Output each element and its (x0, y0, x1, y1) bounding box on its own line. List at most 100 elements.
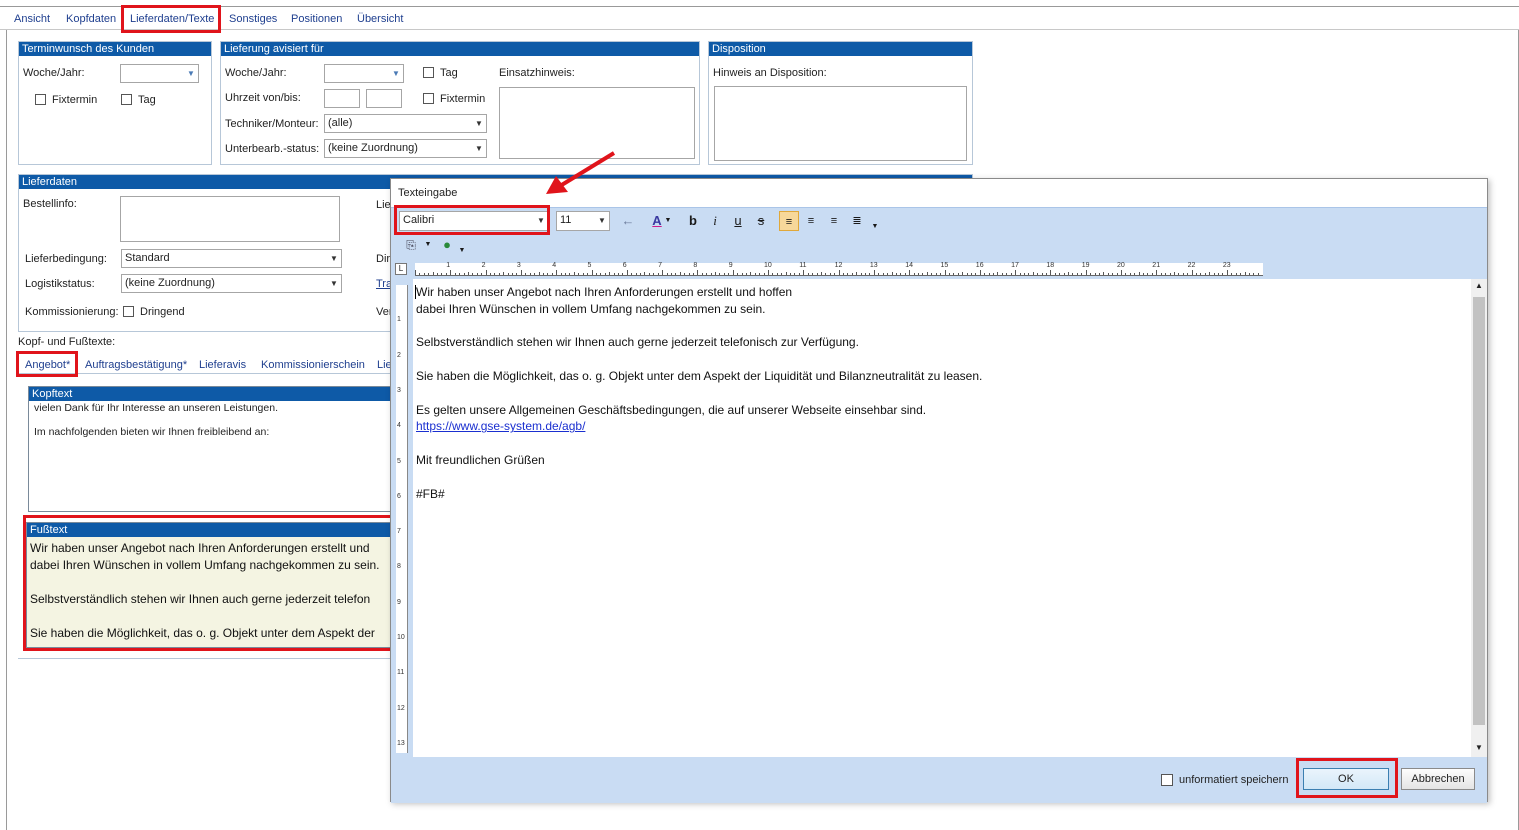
ruler-tick (1068, 272, 1070, 275)
bold-button[interactable]: b (683, 211, 703, 231)
tab-positionen[interactable]: Positionen (291, 13, 342, 25)
ruler-tick (948, 273, 950, 275)
kommissionierung-label: Kommissionierung: (25, 306, 119, 318)
ruler-tick (459, 273, 461, 275)
editor-line: Wir haben unser Angebot nach Ihren Anfor… (416, 285, 793, 299)
ruler-tick (463, 273, 465, 275)
tab-ansicht[interactable]: Ansicht (14, 13, 50, 25)
vruler-number: 6 (397, 492, 401, 500)
align-right-icon[interactable]: ≡ (824, 211, 844, 231)
editor-scrollbar[interactable]: ▲ ▼ (1471, 279, 1487, 757)
tab-stop-icon[interactable]: L (395, 263, 407, 275)
panel-header: Disposition (709, 42, 972, 56)
ruler-tick (1032, 272, 1034, 275)
rich-text-editor[interactable]: Wir haben unser Angebot nach Ihren Anfor… (413, 279, 1471, 757)
ruler-tick (591, 270, 593, 275)
font-size-select[interactable]: 11 ▼ (556, 211, 610, 231)
unterbearb-select[interactable]: (keine Zuordnung) ▼ (324, 139, 487, 158)
lieferbedingung-value: Standard (125, 252, 170, 264)
ruler-tick (1244, 272, 1246, 275)
dialog-footer: unformatiert speichern OK Abbrechen (391, 757, 1487, 803)
fusstext-line-1: Wir haben unser Angebot nach Ihren Anfor… (30, 541, 370, 555)
uhrzeit-bis-input[interactable] (366, 89, 402, 108)
unformatiert-checkbox[interactable] (1161, 774, 1173, 786)
bestellinfo-textarea[interactable] (120, 196, 340, 242)
logistikstatus-label: Logistikstatus: (25, 278, 95, 290)
ruler-tick (1059, 273, 1061, 275)
ruler-tick (812, 273, 814, 275)
tab-kopfdaten[interactable]: Kopfdaten (66, 13, 116, 25)
align-justify-icon[interactable]: ≣ (847, 211, 867, 231)
termin-tag-checkbox[interactable] (121, 94, 132, 105)
ruler-tick (684, 273, 686, 275)
lieferbedingung-select[interactable]: Standard ▼ (121, 249, 342, 268)
termin-woche-combo[interactable]: ▼ (120, 64, 199, 83)
ruler-tick (587, 273, 589, 275)
tab-lieferdaten-texte[interactable]: Lieferdaten/Texte (130, 13, 214, 25)
strikethrough-button[interactable]: s (751, 211, 771, 231)
ruler-tick (1143, 273, 1145, 275)
lieferung-tag-checkbox[interactable] (423, 67, 434, 78)
ruler-tick (648, 273, 650, 275)
ruler-tick (1125, 273, 1127, 275)
align-center-icon[interactable]: ≡ (801, 211, 821, 231)
abbrechen-button[interactable]: Abbrechen (1401, 768, 1475, 790)
kopftext-line-2: Im nachfolgenden bieten wir Ihnen freibl… (34, 426, 270, 438)
termin-fixtermin-checkbox[interactable] (35, 94, 46, 105)
uhrzeit-von-input[interactable] (324, 89, 360, 108)
vruler-number: 7 (397, 528, 401, 536)
toolbar-overflow-icon[interactable]: ▼ (457, 241, 467, 261)
chevron-down-icon[interactable]: ▼ (663, 211, 673, 231)
ruler-tick (617, 273, 619, 275)
subtab-auftragsbestaetigung[interactable]: Auftragsbestätigung* (85, 359, 187, 371)
ruler-number: 20 (1117, 262, 1125, 269)
logistikstatus-select[interactable]: (keine Zuordnung) ▼ (121, 274, 342, 293)
ruler-tick (560, 273, 562, 275)
vruler-number: 2 (397, 351, 401, 359)
align-left-icon[interactable]: ≡ (779, 211, 799, 231)
lieferung-woche-combo[interactable]: ▼ (324, 64, 404, 83)
tab-sonstiges[interactable]: Sonstiges (229, 13, 277, 25)
lieferung-fixtermin-checkbox[interactable] (423, 93, 434, 104)
ruler-tick (1015, 270, 1017, 275)
subtab-angebot[interactable]: Angebot* (25, 359, 70, 371)
termin-tag-label: Tag (138, 94, 156, 106)
ruler-tick (692, 273, 694, 275)
italic-button[interactable]: i (705, 211, 725, 231)
paste-icon[interactable]: ⎘ (401, 235, 421, 255)
ruler-tick (423, 273, 425, 275)
ruler-tick (1138, 272, 1140, 275)
underline-button[interactable]: u (728, 211, 748, 231)
subtab-kommissionierschein[interactable]: Kommissionierschein (261, 359, 365, 371)
ruler-number: 7 (658, 262, 662, 269)
undo-arrow-icon[interactable]: ← (618, 211, 638, 231)
subtab-lieferavis[interactable]: Lieferavis (199, 359, 246, 371)
techniker-select[interactable]: (alle) ▼ (324, 114, 487, 133)
scroll-up-icon[interactable]: ▲ (1471, 281, 1487, 290)
hyperlink-globe-icon[interactable]: ● (437, 235, 457, 255)
chevron-down-icon: ▼ (392, 69, 400, 78)
fusstext-line-2: dabei Ihren Wünschen in vollem Umfang na… (30, 558, 380, 572)
lieferung-fixtermin-label: Fixtermin (440, 93, 486, 105)
ruler-tick (816, 273, 818, 275)
dringend-checkbox[interactable] (123, 306, 134, 317)
chevron-down-icon[interactable]: ▼ (423, 235, 433, 255)
agb-link[interactable]: https://www.gse-system.de/agb/ (416, 419, 585, 433)
ruler-tick (503, 272, 505, 275)
hinweis-disposition-textarea[interactable] (714, 86, 967, 161)
lieferung-tag-label: Tag (440, 67, 458, 79)
scroll-down-icon[interactable]: ▼ (1471, 743, 1487, 752)
toolbar-overflow-icon[interactable]: ▼ (870, 217, 880, 237)
ruler-tick (1200, 273, 1202, 275)
font-family-select[interactable]: Calibri ▼ (399, 211, 549, 231)
ruler-tick (741, 273, 743, 275)
ruler-tick (613, 273, 615, 275)
scrollbar-thumb[interactable] (1473, 297, 1485, 725)
ruler-tick (1226, 270, 1228, 275)
ok-button[interactable]: OK (1303, 768, 1389, 790)
ruler-tick (1257, 273, 1259, 275)
ruler-tick (1231, 273, 1233, 275)
tab-uebersicht[interactable]: Übersicht (357, 13, 403, 25)
red-arrow-icon (546, 151, 616, 194)
ruler-tick (490, 273, 491, 275)
